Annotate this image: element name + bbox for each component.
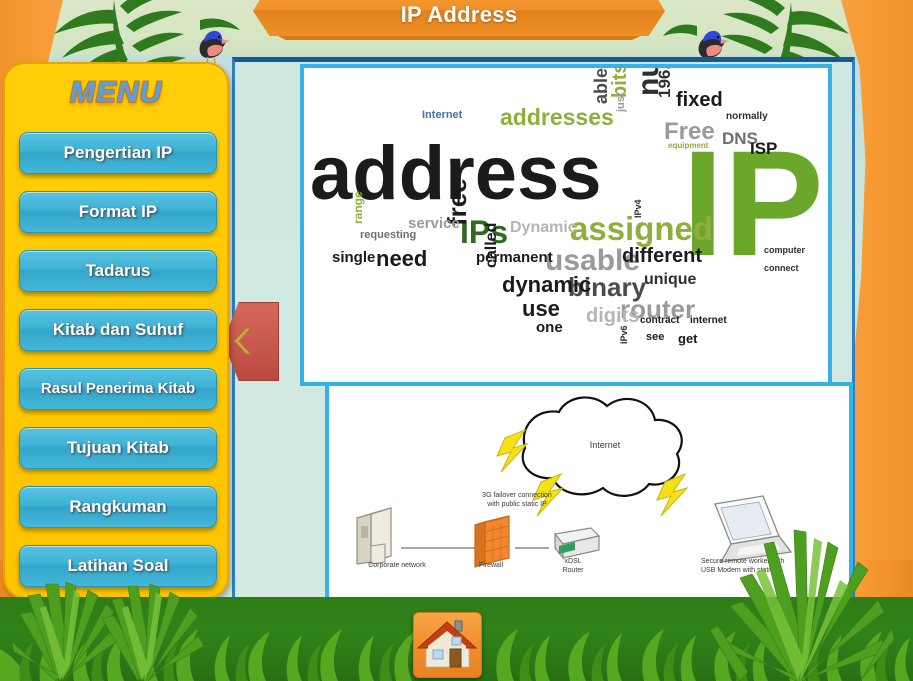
sidebar-item-label: Rangkuman [69, 497, 167, 516]
sidebar-item-format-ip[interactable]: Format IP [19, 191, 217, 233]
wordcloud-word: IPv6 [619, 325, 629, 344]
wordcloud-words: address IP addresses assigned usable binary dy… [304, 67, 824, 374]
wordcloud-word: addresses [500, 104, 614, 130]
wordcloud-word: able [591, 67, 611, 104]
wordcloud-word: just [615, 92, 627, 112]
sidebar-item-rasul-penerima-kitab[interactable]: Rasul Penerima Kitab [19, 368, 217, 410]
wordcloud-word: fixed [676, 89, 723, 111]
sidebar-item-tadarus[interactable]: Tadarus [19, 250, 217, 292]
wordcloud-word: contract [640, 315, 680, 326]
chevron-left-icon[interactable] [231, 326, 257, 356]
wordcloud-word: connect [764, 263, 799, 273]
wordcloud-word: see [646, 331, 665, 343]
house-icon[interactable] [414, 613, 481, 677]
wordcloud-word: requesting [360, 229, 417, 241]
wordcloud-word: Dynamic [510, 219, 577, 236]
node-label-corporate-network: Corporate network [368, 562, 426, 569]
wordcloud-word: ISP [750, 139, 778, 158]
sidebar-item-label: Rasul Penerima Kitab [40, 380, 196, 397]
menu-list: Pengertian IP Format IP Tadarus Kitab dan S… [19, 132, 217, 604]
wordcloud-image: address IP addresses assigned usable binary dy… [300, 64, 832, 386]
menu-panel: MENU Pengertian IP Format IP Tadarus Kitab … [3, 62, 229, 599]
wordcloud-word: need [376, 246, 428, 271]
menu-logo: MENU [69, 76, 163, 109]
wordcloud-word: normally [726, 111, 768, 122]
wordcloud-word: internet [690, 315, 727, 326]
wordcloud-word: dynamic [502, 272, 592, 297]
wordcloud-word: different [622, 245, 702, 267]
sidebar-item-kitab-dan-suhuf[interactable]: Kitab dan Suhuf [19, 309, 217, 351]
sidebar-item-rangkuman[interactable]: Rangkuman [19, 486, 217, 528]
page-title: IP Address [400, 2, 518, 27]
wordcloud-word: equipment [668, 141, 709, 150]
sidebar-item-label: Pengertian IP [63, 143, 173, 162]
sidebar-item-label: Tujuan Kitab [67, 438, 169, 457]
node-label-firewall: Firewall [478, 562, 504, 569]
wordcloud-word: IPv4 [633, 199, 643, 218]
wordcloud-word: computer [764, 245, 806, 255]
sidebar-item-label: Kitab dan Suhuf [52, 320, 184, 339]
wordcloud-word: Internet [422, 109, 463, 121]
sidebar-item-pengertian-ip[interactable]: Pengertian IP [19, 132, 217, 174]
annotation-3g-failover: 3G failover connection with public stati… [482, 492, 552, 508]
node-label-xdsl-router: xDSL Router [562, 558, 584, 574]
wordcloud-word: single [332, 249, 376, 266]
sidebar-item-label: Tadarus [85, 261, 151, 280]
wordcloud-word: range [351, 191, 365, 224]
wordcloud-word: digits [586, 305, 640, 327]
wordcloud-word: get [678, 331, 698, 346]
cloud-label-internet: Internet [589, 440, 621, 450]
plant-bottom-right [710, 529, 895, 681]
sidebar-item-label: Format IP [78, 202, 158, 221]
wordcloud-word: unique [644, 271, 697, 288]
wordcloud-word: 196.122.0.255 [655, 68, 674, 98]
wordcloud-word: use [522, 296, 560, 321]
sidebar-item-tujuan-kitab[interactable]: Tujuan Kitab [19, 427, 217, 469]
slide-stage: IP Address address IP addresses assigned usa… [0, 0, 913, 681]
wordcloud-word: called [483, 222, 500, 268]
wordcloud-word: one [536, 319, 563, 336]
bird-icon-left [199, 30, 230, 64]
home-button[interactable] [413, 612, 482, 678]
plant-bottom-left [11, 581, 205, 681]
